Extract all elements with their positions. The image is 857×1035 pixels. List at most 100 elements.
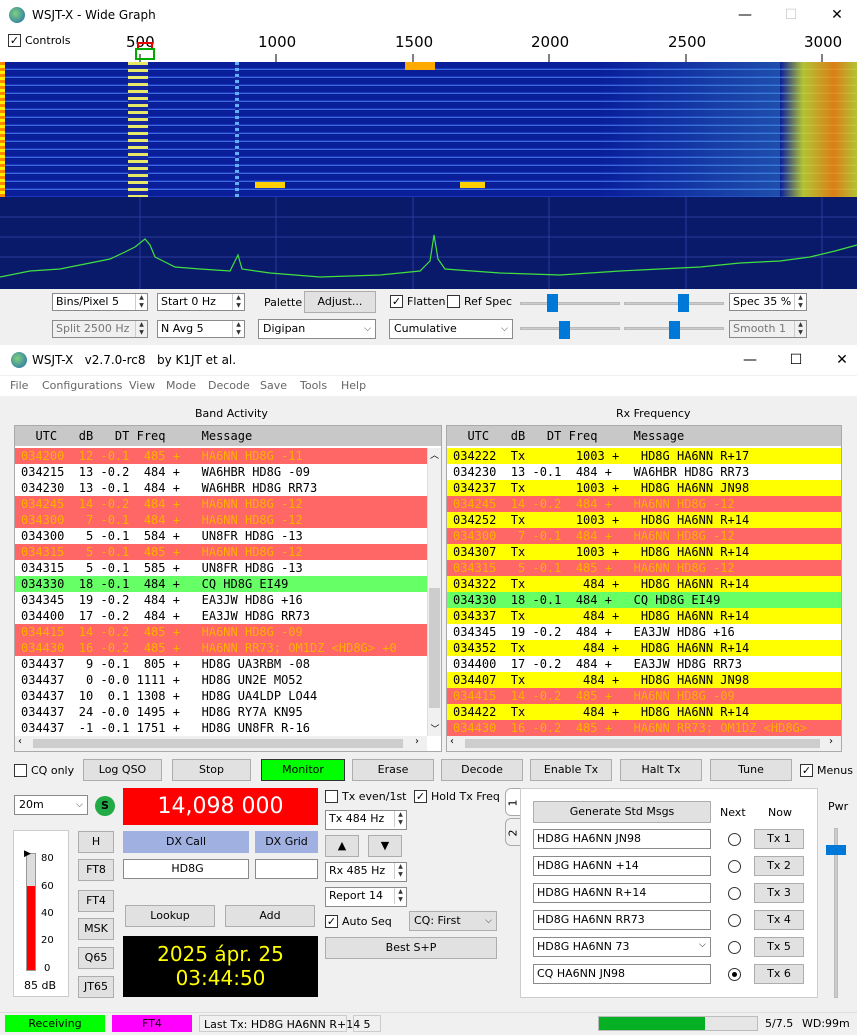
band-select[interactable]: 20m ⌵ xyxy=(14,795,88,815)
tx5-now-button[interactable]: Tx 5 xyxy=(754,937,804,957)
band-activity-row[interactable]: 034230 13 -0.1 484 + WA6HBR HD8G RR73 xyxy=(15,480,427,496)
dx-grid-input[interactable] xyxy=(255,859,318,879)
tune-button[interactable]: Tune xyxy=(710,759,792,781)
maximize-button[interactable]: ☐ xyxy=(776,345,816,375)
rx-frequency-row[interactable]: 034307 Tx 1003 + HD8G HA6NN R+14 xyxy=(447,544,841,560)
gain-slider-thumb[interactable] xyxy=(547,294,558,312)
rx-frequency-row[interactable]: 034330 18 -0.1 484 + CQ HD8G EI49 xyxy=(447,592,841,608)
plot-gain-slider[interactable] xyxy=(520,327,620,330)
split-spinbox[interactable]: Split 2500 Hz ▲ ▼ xyxy=(52,320,148,338)
rx-frequency-row[interactable]: 034315 5 -0.1 485 + HA6NN HD8G -12 xyxy=(447,560,841,576)
rx-frequency-row[interactable]: 034430 16 -0.2 485 + HA6NN RR73; OM1DZ <… xyxy=(447,720,841,736)
spectrum-type-select[interactable]: Cumulative ⌵ xyxy=(389,319,513,339)
bins-per-pixel-spinbox[interactable]: Bins/Pixel 5 ▲ ▼ xyxy=(52,293,148,311)
band-activity-row[interactable]: 034437 -1 -0.1 1751 + HD8G UN8FR R-16 xyxy=(15,720,427,736)
hold-tx-freq-checkbox[interactable]: ✓ xyxy=(414,790,427,803)
tx-even-checkbox[interactable] xyxy=(325,790,338,803)
palette-select[interactable]: Digipan ⌵ xyxy=(258,319,376,339)
rx-frequency-row[interactable]: 034337 Tx 484 + HD8G HA6NN R+14 xyxy=(447,608,841,624)
ref-spec-checkbox[interactable] xyxy=(447,295,460,308)
set-rx-from-tx-button[interactable]: ▼ xyxy=(368,835,402,857)
waterfall-display[interactable] xyxy=(0,62,857,197)
menu-decode[interactable]: Decode xyxy=(208,379,250,392)
erase-button[interactable]: Erase xyxy=(352,759,434,781)
rx-frequency-row[interactable]: 034322 Tx 484 + HD8G HA6NN R+14 xyxy=(447,576,841,592)
close-button[interactable]: ✕ xyxy=(817,0,857,30)
add-button[interactable]: Add xyxy=(225,905,315,927)
rx-frequency-row[interactable]: 034345 19 -0.2 484 + EA3JW HD8G +16 xyxy=(447,624,841,640)
msk-mode-button[interactable]: MSK xyxy=(78,918,114,940)
tx2-next-radio[interactable] xyxy=(728,860,741,873)
rx-frequency-row[interactable]: 034245 14 -0.2 484 + HA6NN HD8G -12 xyxy=(447,496,841,512)
s-meter-button[interactable]: S xyxy=(95,796,115,816)
auto-seq-checkbox[interactable]: ✓ xyxy=(325,915,338,928)
band-activity-row[interactable]: 034345 19 -0.2 484 + EA3JW HD8G +16 xyxy=(15,592,427,608)
tx-freq-spinbox[interactable]: Tx 484 Hz ▲ ▼ xyxy=(325,810,407,830)
zero-slider[interactable] xyxy=(624,302,724,305)
monitor-button[interactable]: Monitor xyxy=(261,759,345,781)
rx-frequency-row[interactable]: 034352 Tx 484 + HD8G HA6NN R+14 xyxy=(447,640,841,656)
flatten-checkbox[interactable]: ✓ xyxy=(390,295,403,308)
adjust-palette-button[interactable]: Adjust... xyxy=(304,291,376,313)
tx5-message-input[interactable]: HD8G HA6NN 73 xyxy=(533,937,711,957)
band-activity-row[interactable]: 034315 5 -0.1 585 + UN8FR HD8G -13 xyxy=(15,560,427,576)
menus-checkbox[interactable]: ✓ xyxy=(800,764,813,777)
tx4-now-button[interactable]: Tx 4 xyxy=(754,910,804,930)
band-activity-row[interactable]: 034315 5 -0.1 485 + HA6NN HD8G -12 xyxy=(15,544,427,560)
rx-frequency-row[interactable]: 034237 Tx 1003 + HD8G HA6NN JN98 xyxy=(447,480,841,496)
band-activity-row[interactable]: 034437 10 0.1 1308 + HD8G UA4LDP LO44 xyxy=(15,688,427,704)
minimize-button[interactable]: — xyxy=(725,0,765,30)
generate-std-msgs-button[interactable]: Generate Std Msgs xyxy=(533,801,711,823)
jt65-mode-button[interactable]: JT65 xyxy=(78,976,114,998)
band-activity-row[interactable]: 034430 16 -0.2 485 + HA6NN RR73; OM1DZ <… xyxy=(15,640,427,656)
tx-freq-marker[interactable] xyxy=(135,48,155,60)
halt-tx-button[interactable]: Halt Tx xyxy=(620,759,702,781)
band-activity-row[interactable]: 034437 0 -0.0 1111 + HD8G UN2E MO52 xyxy=(15,672,427,688)
cq-only-checkbox[interactable] xyxy=(14,764,27,777)
zero-slider-thumb[interactable] xyxy=(678,294,689,312)
band-activity-row[interactable]: 034300 7 -0.1 484 + HA6NN HD8G -12 xyxy=(15,512,427,528)
rx-frequency-row[interactable]: 034422 Tx 484 + HD8G HA6NN R+14 xyxy=(447,704,841,720)
rx-frequency-row[interactable]: 034415 14 -0.2 485 + HA6NN HD8G -09 xyxy=(447,688,841,704)
tx6-message-input[interactable]: CQ HA6NN JN98 xyxy=(533,964,711,984)
report-spinbox[interactable]: Report 14 ▲ ▼ xyxy=(325,887,407,907)
band-activity-row[interactable]: 034215 13 -0.2 484 + WA6HBR HD8G -09 xyxy=(15,464,427,480)
rx-frequency-row[interactable]: 034400 17 -0.2 484 + EA3JW HD8G RR73 xyxy=(447,656,841,672)
band-activity-hscroll[interactable]: ‹ › xyxy=(15,736,427,751)
lookup-button[interactable]: Lookup xyxy=(125,905,215,927)
rx-frequency-row[interactable]: 034222 Tx 1003 + HD8G HA6NN R+17 xyxy=(447,448,841,464)
rx-frequency-list[interactable]: 034222 Tx 1003 + HD8G HA6NN R+17 034230 1… xyxy=(447,448,841,736)
ft8-mode-button[interactable]: FT8 xyxy=(78,859,114,881)
menu-mode[interactable]: Mode xyxy=(166,379,196,392)
tab-2[interactable]: 2 xyxy=(505,818,521,846)
tx5-dropdown-icon[interactable]: ⌵ xyxy=(699,940,706,950)
band-activity-row[interactable]: 034330 18 -0.1 484 + CQ HD8G EI49 xyxy=(15,576,427,592)
tab-1[interactable]: 1 xyxy=(505,788,521,816)
cq-first-select[interactable]: CQ: First ⌵ xyxy=(409,911,497,931)
plot-gain-slider-thumb[interactable] xyxy=(559,321,570,339)
tx6-now-button[interactable]: Tx 6 xyxy=(754,964,804,984)
menu-file[interactable]: File xyxy=(10,379,28,392)
rx-frequency-row[interactable]: 034252 Tx 1003 + HD8G HA6NN R+14 xyxy=(447,512,841,528)
dx-call-input[interactable]: HD8G xyxy=(123,859,249,879)
menu-view[interactable]: View xyxy=(129,379,155,392)
start-freq-spinbox[interactable]: Start 0 Hz ▲ ▼ xyxy=(157,293,245,311)
menu-help[interactable]: Help xyxy=(341,379,366,392)
hash-button[interactable]: H xyxy=(78,831,114,853)
maximize-button[interactable]: ☐ xyxy=(771,0,811,30)
tx2-now-button[interactable]: Tx 2 xyxy=(754,856,804,876)
tx4-next-radio[interactable] xyxy=(728,914,741,927)
band-activity-row[interactable]: 034415 14 -0.2 485 + HA6NN HD8G -09 xyxy=(15,624,427,640)
best-sp-button[interactable]: Best S+P xyxy=(325,937,497,959)
log-qso-button[interactable]: Log QSO xyxy=(83,759,162,781)
tx3-message-input[interactable]: HD8G HA6NN R+14 xyxy=(533,883,711,903)
minimize-button[interactable]: — xyxy=(730,345,770,375)
menu-configurations[interactable]: Configurations xyxy=(42,379,122,392)
set-tx-from-rx-button[interactable]: ▲ xyxy=(325,835,359,857)
band-activity-row[interactable]: 034245 14 -0.2 484 + HA6NN HD8G -12 xyxy=(15,496,427,512)
n-avg-spinbox[interactable]: N Avg 5 ▲ ▼ xyxy=(157,320,245,338)
smooth-spinbox[interactable]: Smooth 1 ▲ ▼ xyxy=(729,320,807,338)
rx-frequency-hscroll[interactable]: ‹ › xyxy=(447,736,841,751)
tx2-message-input[interactable]: HD8G HA6NN +14 xyxy=(533,856,711,876)
close-button[interactable]: ✕ xyxy=(822,345,857,375)
